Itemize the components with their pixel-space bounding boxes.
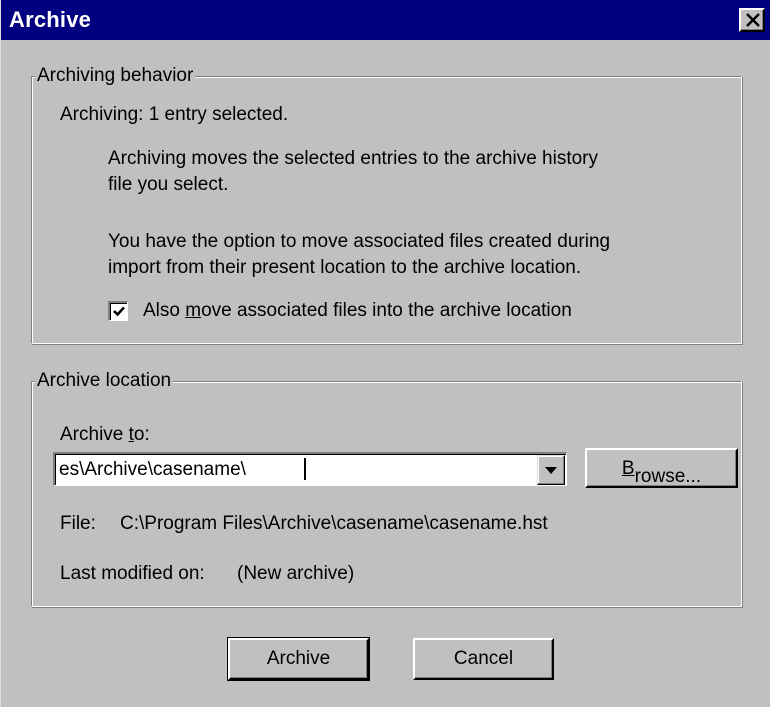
move-files-checkbox-label[interactable]: Also move associated files into the arch…: [143, 300, 572, 322]
window-title: Archive: [9, 7, 92, 32]
archive-button[interactable]: Archive: [227, 637, 370, 681]
archiving-behavior-label: Archiving behavior: [35, 65, 196, 87]
text-caret: [304, 458, 306, 480]
cancel-button-label: Cancel: [453, 648, 514, 669]
archiving-description-line1: Archiving moves the selected entries to …: [108, 148, 599, 169]
archive-location-label: Archive location: [35, 370, 174, 392]
browse-button[interactable]: Browse...: [585, 448, 738, 488]
file-label: File:: [60, 513, 96, 534]
archive-to-input[interactable]: es\Archive\casename\: [59, 459, 246, 481]
move-files-checkbox[interactable]: [108, 301, 128, 321]
archive-to-label: Archive to:: [60, 424, 150, 445]
archiving-description: Archiving moves the selected entries to …: [108, 146, 598, 198]
cancel-button[interactable]: Cancel: [413, 638, 554, 680]
archiving-description-line2: file you select.: [108, 174, 229, 195]
archive-to-dropdown-button[interactable]: [537, 455, 565, 485]
browse-button-label: Browse...: [621, 458, 702, 487]
archive-to-combobox[interactable]: es\Archive\casename\: [53, 452, 567, 486]
archive-dialog: Archive Archiving behavior Archiving: 1 …: [0, 0, 770, 707]
chevron-down-icon: [545, 467, 557, 474]
checkmark-icon: [113, 306, 125, 317]
last-modified-value: (New archive): [237, 563, 355, 584]
archiving-option-line1: You have the option to move associated f…: [108, 231, 611, 252]
file-path-value: C:\Program Files\Archive\casename\casena…: [120, 513, 548, 534]
title-bar[interactable]: Archive: [1, 0, 770, 40]
archive-button-label: Archive: [266, 648, 331, 669]
archiving-option-line2: import from their present location to th…: [108, 257, 582, 278]
archiving-status: Archiving: 1 entry selected.: [60, 104, 289, 125]
archiving-option-text: You have the option to move associated f…: [108, 229, 610, 281]
close-button[interactable]: [739, 8, 765, 32]
close-icon: [746, 13, 760, 27]
last-modified-label: Last modified on:: [60, 563, 205, 584]
